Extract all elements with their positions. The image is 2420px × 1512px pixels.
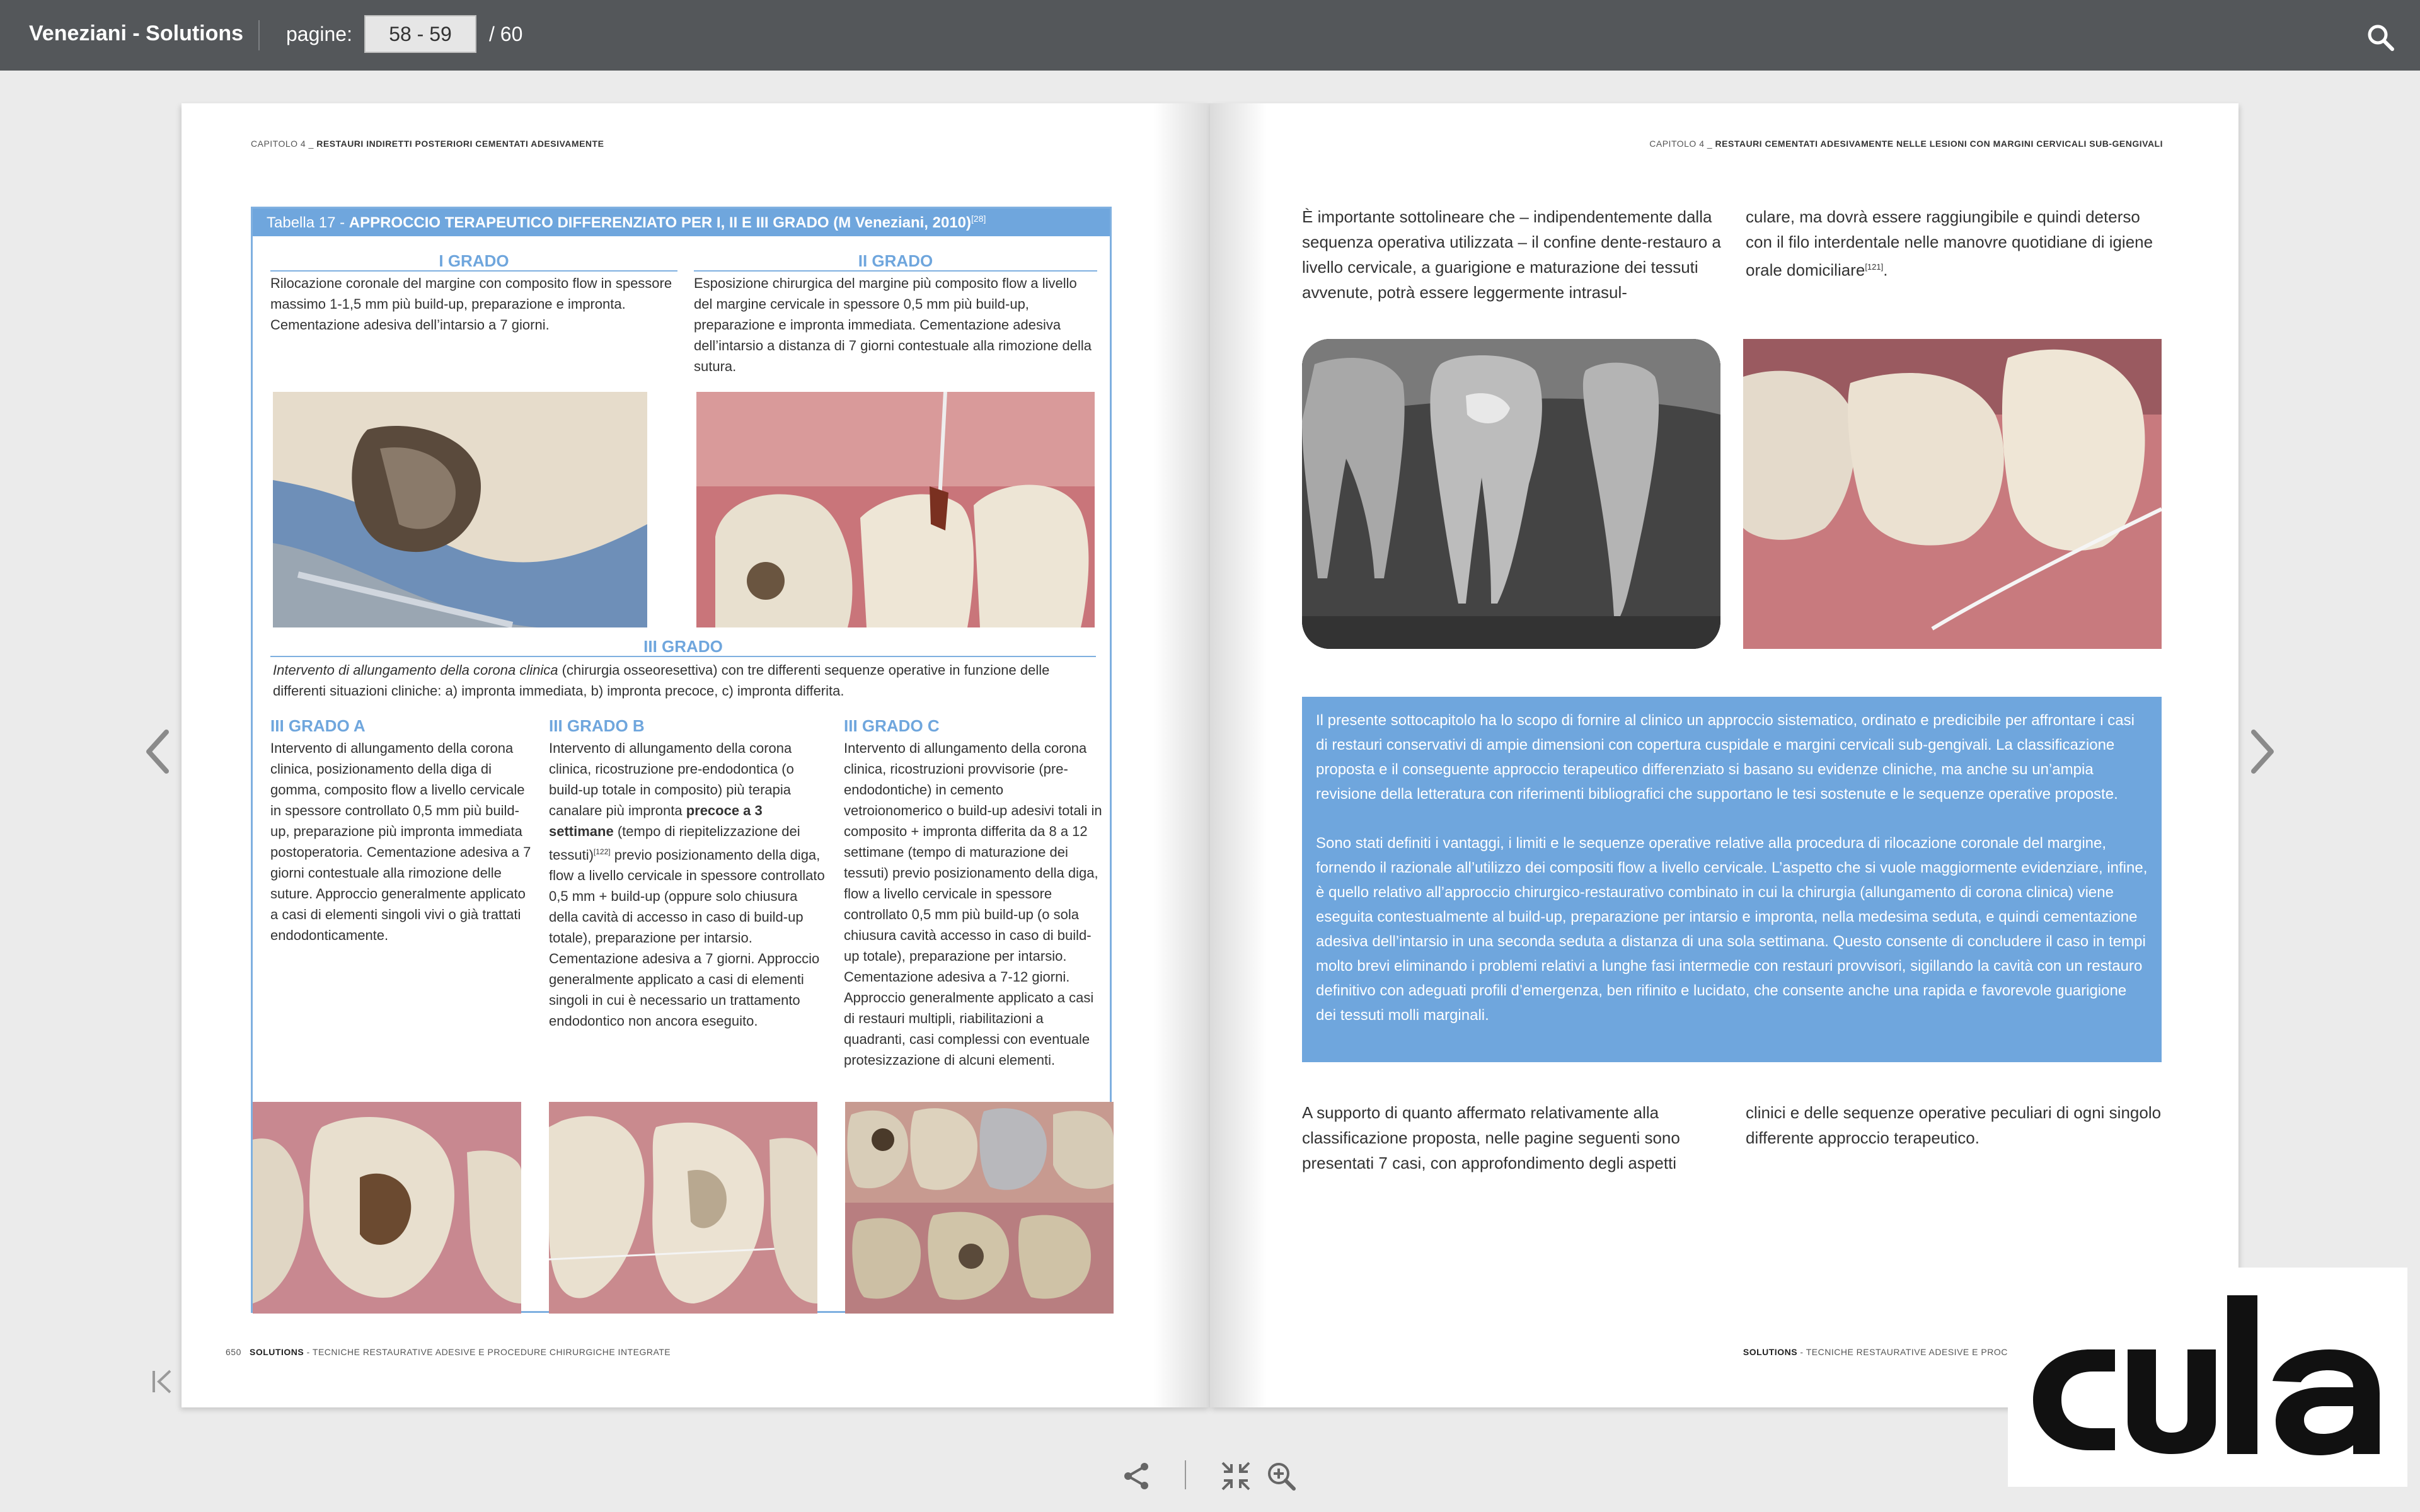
grade-3b-heading: III GRADO B (549, 716, 645, 735)
chevron-right-icon[interactable] (2244, 723, 2281, 780)
pages-label: pagine: (286, 23, 352, 45)
summary-paragraph-1: Il presente sottocapitolo ha lo scopo di… (1316, 712, 2135, 803)
treatment-table: Tabella 17 - APPROCCIO TERAPEUTICO DIFFE… (251, 207, 1114, 1314)
tooth-photo-grade-1 (273, 392, 647, 627)
footer-left: 650 SOLUTIONS - TECNICHE RESTAURATIVE AD… (226, 1347, 671, 1357)
grade-3-heading: III GRADO (270, 637, 1096, 657)
grade-3-intro: Intervento di allungamento della corona … (273, 662, 1050, 699)
grade-2-heading: II GRADO (694, 251, 1097, 272)
outro-column-1: A supporto di quanto affermato relativam… (1302, 1103, 1680, 1172)
page-gutter-shadow (1153, 103, 1210, 1407)
tooth-photo-grade-3a (253, 1102, 521, 1314)
grade-3b-text: Intervento di allungamento della corona … (549, 740, 825, 1029)
tooth-photo-grade-3c (845, 1102, 1114, 1314)
outro-column-2: clinici e delle sequenze operative pecul… (1746, 1103, 2162, 1147)
page-number-input[interactable] (364, 15, 476, 53)
summary-box: Il presente sottocapitolo ha lo scopo di… (1302, 697, 2162, 1062)
page-gutter-shadow (1210, 103, 1267, 1407)
book-page-right: CAPITOLO 4 _ RESTAURI CEMENTATI ADESIVAM… (1210, 103, 2238, 1407)
summary-paragraph-2: Sono stati definiti i vantaggi, i limiti… (1316, 835, 2148, 1024)
grade-3c-heading: III GRADO C (844, 716, 940, 735)
grade-2-text: Esposizione chirurgica del margine più c… (694, 275, 1092, 374)
tooth-photo-grade-3b (549, 1102, 817, 1314)
intro-column-2: culare, ma dovrà essere raggiungibile e … (1746, 207, 2153, 280)
intro-column-1: È importante sottolineare che – indipend… (1302, 207, 1721, 302)
grade-3c-text: Intervento di allungamento della corona … (844, 740, 1102, 1068)
document-title: Veneziani - Solutions (29, 21, 244, 45)
xray-image (1302, 339, 1720, 649)
zoom-in-icon[interactable] (1265, 1460, 1297, 1492)
toolbar-divider (258, 20, 260, 50)
running-head-right: CAPITOLO 4 _ RESTAURI CEMENTATI ADESIVAM… (1649, 139, 2163, 149)
search-icon[interactable] (2365, 21, 2396, 53)
publisher-logo (2008, 1268, 2407, 1487)
grade-3a-heading: III GRADO A (270, 716, 366, 735)
grade-3a-text: Intervento di allungamento della corona … (270, 740, 531, 943)
tooth-photo-grade-2 (696, 392, 1095, 627)
floss-photo (1743, 339, 2162, 649)
bottom-divider (1185, 1460, 1186, 1489)
grade-1-heading: I GRADO (270, 251, 677, 272)
fit-screen-icon[interactable] (1220, 1460, 1252, 1492)
first-page-icon[interactable] (150, 1366, 175, 1397)
share-icon[interactable] (1121, 1460, 1152, 1492)
running-head-left: CAPITOLO 4 _ RESTAURI INDIRETTI POSTERIO… (251, 139, 604, 149)
chevron-left-icon[interactable] (139, 723, 176, 780)
page-total: / 60 (489, 23, 523, 45)
grade-1-text: Rilocazione coronale del margine con com… (270, 275, 672, 333)
book-page-left: CAPITOLO 4 _ RESTAURI INDIRETTI POSTERIO… (182, 103, 1210, 1407)
toolbar: Veneziani - Solutions pagine: / 60 (0, 0, 2420, 71)
table-title: Tabella 17 - APPROCCIO TERAPEUTICO DIFFE… (253, 209, 1110, 236)
